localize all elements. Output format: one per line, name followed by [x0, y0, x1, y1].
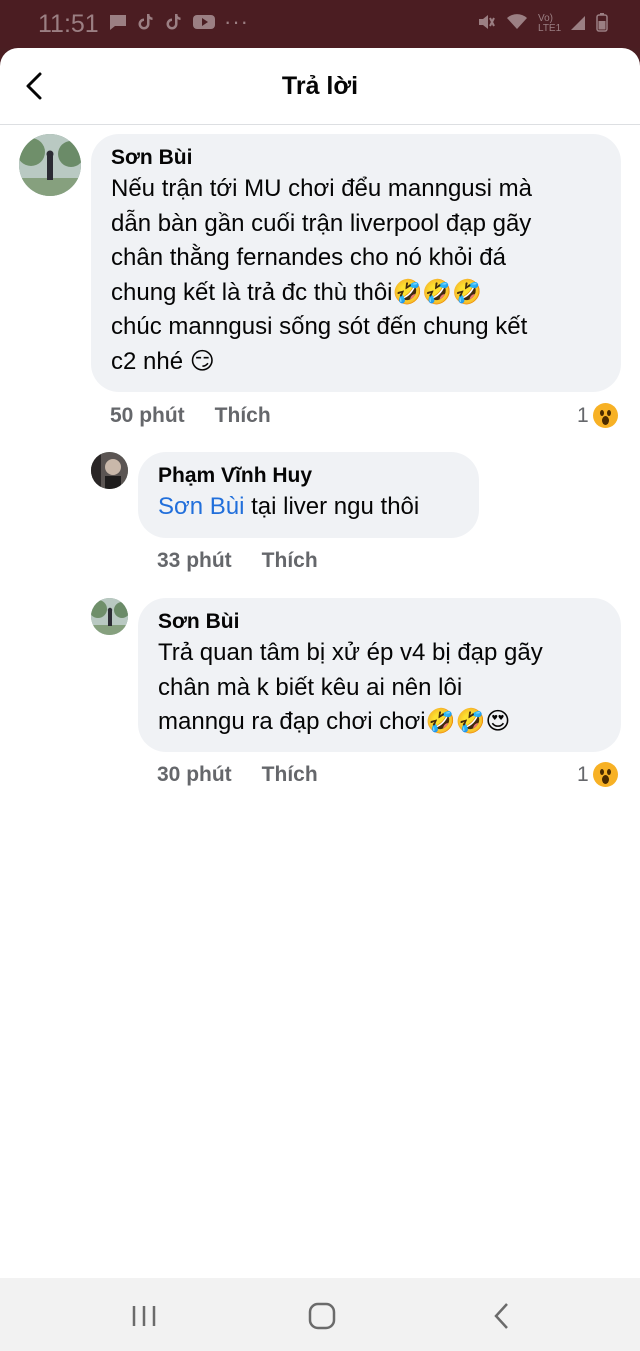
- page-title: Trả lời: [281, 72, 359, 100]
- comment-bubble: Sơn Bùi Trả quan tâm bị xử ép v4 bị đạp …: [138, 598, 621, 752]
- home-button[interactable]: [302, 1296, 342, 1336]
- youtube-icon: [192, 12, 215, 32]
- status-bar: 11:51 ··· Vo) LTE1: [0, 0, 640, 48]
- comment-actions: 30 phút Thích: [157, 763, 318, 787]
- mention-link[interactable]: Sơn Bùi: [158, 493, 244, 520]
- comment-time: 30 phút: [157, 763, 232, 786]
- battery-icon: [596, 12, 608, 35]
- replies-sheet: Trả lời Sơn Bùi Nếu trận tới MU chơi đểu…: [0, 48, 640, 1278]
- comment-author[interactable]: Phạm Vĩnh Huy: [158, 462, 459, 490]
- comment-text: Trả quan tâm bị xử ép v4 bị đạp gãy chân…: [158, 639, 543, 735]
- network-label: Vo) LTE1: [538, 12, 562, 34]
- comment-actions: 50 phút Thích: [110, 404, 271, 428]
- comment-bubble: Phạm Vĩnh Huy Sơn Bùi tại liver ngu thôi: [138, 452, 479, 538]
- comment-actions: 33 phút Thích: [157, 549, 318, 573]
- comment-time: 33 phút: [157, 549, 232, 572]
- system-back-button[interactable]: [482, 1296, 522, 1336]
- like-button[interactable]: Thích: [262, 763, 318, 787]
- tiktok-icon: [136, 12, 156, 32]
- wifi-icon: [506, 13, 528, 34]
- tiktok-icon: [164, 12, 184, 32]
- more-notifications-icon: ···: [224, 9, 249, 34]
- system-icons: Vo) LTE1: [476, 12, 608, 35]
- comment-author[interactable]: Sơn Bùi: [158, 608, 601, 636]
- avatar[interactable]: [91, 598, 128, 635]
- reaction-count[interactable]: 1: [577, 762, 618, 787]
- status-time: 11:51: [38, 10, 99, 38]
- avatar[interactable]: [91, 452, 128, 489]
- recent-apps-button[interactable]: [124, 1296, 164, 1336]
- home-icon: [308, 1302, 336, 1330]
- back-icon: [494, 1303, 508, 1329]
- notification-icons: ···: [108, 9, 249, 34]
- avatar[interactable]: [19, 134, 81, 196]
- reaction-number: 1: [577, 403, 589, 427]
- comment-author[interactable]: Sơn Bùi: [111, 144, 601, 172]
- system-nav-bar: [0, 1278, 640, 1351]
- message-icon: [108, 12, 128, 32]
- wow-reaction-icon: [592, 762, 618, 787]
- comment-text-body: tại liver ngu thôi: [244, 493, 420, 520]
- like-button[interactable]: Thích: [262, 549, 318, 573]
- mute-icon: [476, 12, 496, 35]
- recent-apps-icon: [132, 1306, 156, 1326]
- wow-reaction-icon: [592, 403, 618, 428]
- like-button[interactable]: Thích: [215, 404, 271, 428]
- header: Trả lời: [0, 48, 640, 125]
- comment-text: Nếu trận tới MU chơi đểu manngusi mà dẫn…: [111, 175, 532, 375]
- signal-icon: [570, 13, 586, 34]
- comment-bubble: Sơn Bùi Nếu trận tới MU chơi đểu manngus…: [91, 134, 621, 392]
- comment-time: 50 phút: [110, 404, 185, 427]
- comment-text: Sơn Bùi tại liver ngu thôi: [158, 490, 459, 525]
- reaction-number: 1: [577, 762, 589, 786]
- reaction-count[interactable]: 1: [577, 403, 618, 428]
